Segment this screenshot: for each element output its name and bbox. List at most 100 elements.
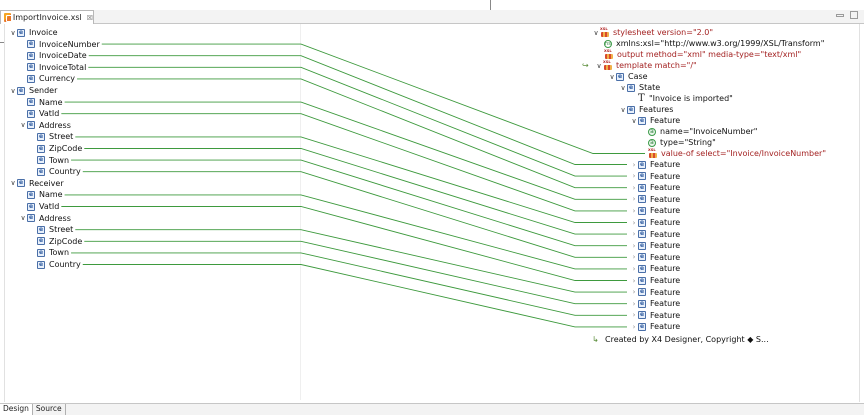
- mapping-line[interactable]: [64, 101, 627, 200]
- source-node[interactable]: e Street: [29, 224, 73, 235]
- xsl-icon: [600, 28, 610, 38]
- source-node[interactable]: e VatId: [19, 108, 59, 119]
- source-node[interactable]: e InvoiceDate: [19, 50, 87, 61]
- source-node[interactable]: ∨ e Sender: [9, 85, 57, 96]
- chevron-down-icon[interactable]: ∨: [608, 73, 616, 81]
- chevron-down-icon[interactable]: ∨: [630, 117, 638, 125]
- mapping-line[interactable]: [88, 66, 627, 177]
- feature-node[interactable]: › e Feature: [630, 263, 681, 274]
- source-node[interactable]: e Town: [29, 155, 69, 166]
- namespace-node[interactable]: ns xmlns:xsl="http://www.w3.org/1999/XSL…: [604, 38, 824, 49]
- chevron-right-icon[interactable]: ›: [630, 300, 638, 308]
- chevron-right-icon[interactable]: ›: [630, 184, 638, 192]
- close-icon[interactable]: ☒: [87, 14, 93, 22]
- mapping-line[interactable]: [71, 159, 627, 247]
- mapping-line[interactable]: [77, 78, 627, 189]
- feature-node[interactable]: › e Feature: [630, 275, 681, 286]
- features-node[interactable]: ∨ e Features: [619, 104, 673, 115]
- case-node[interactable]: ∨ e Case: [608, 71, 647, 82]
- chevron-right-icon[interactable]: ›: [630, 277, 638, 285]
- source-node[interactable]: ∨ e Receiver: [9, 178, 63, 189]
- minimize-button[interactable]: [836, 14, 844, 17]
- source-node[interactable]: e Name: [19, 97, 63, 108]
- chevron-right-icon[interactable]: ›: [630, 265, 638, 273]
- source-node[interactable]: e ZipCode: [29, 236, 82, 247]
- editor-tab[interactable]: ImportInvoice.xsl ☒: [0, 10, 94, 24]
- value-of-node[interactable]: value-of select="Invoice/InvoiceNumber": [648, 148, 826, 159]
- state-text-node[interactable]: T "Invoice is imported": [638, 93, 733, 104]
- chevron-right-icon[interactable]: ›: [630, 242, 638, 250]
- feature-node[interactable]: › e Feature: [630, 182, 681, 193]
- chevron-down-icon[interactable]: ∨: [592, 29, 600, 37]
- feature-node-expanded[interactable]: ∨ e Feature: [630, 115, 680, 126]
- feature-node[interactable]: › e Feature: [630, 240, 681, 251]
- source-node[interactable]: e Street: [29, 131, 73, 142]
- chevron-down-icon[interactable]: ∨: [619, 106, 627, 114]
- maximize-button[interactable]: [850, 11, 858, 19]
- mapping-line[interactable]: [71, 252, 627, 316]
- source-node[interactable]: e Town: [29, 247, 69, 258]
- source-node[interactable]: e InvoiceNumber: [19, 39, 100, 50]
- mapping-line[interactable]: [84, 240, 627, 305]
- chevron-right-icon[interactable]: ›: [630, 311, 638, 319]
- feature-node[interactable]: › e Feature: [630, 205, 681, 216]
- feature-node[interactable]: › e Feature: [630, 287, 681, 298]
- chevron-down-icon[interactable]: ∨: [9, 87, 17, 95]
- output-node[interactable]: output method="xml" media-type="text/xml…: [604, 49, 801, 60]
- mapping-line[interactable]: [82, 171, 627, 258]
- chevron-right-icon[interactable]: ›: [630, 172, 638, 180]
- chevron-right-icon[interactable]: ›: [630, 323, 638, 331]
- mapping-line[interactable]: [61, 113, 627, 212]
- source-node[interactable]: ∨ e Invoice: [9, 27, 57, 38]
- source-node[interactable]: ∨ e Address: [19, 120, 70, 131]
- feature-node[interactable]: › e Feature: [630, 321, 681, 332]
- mapping-line[interactable]: [84, 148, 627, 235]
- chevron-right-icon[interactable]: ›: [630, 253, 638, 261]
- source-node[interactable]: ∨ e Address: [19, 213, 70, 224]
- source-node[interactable]: e Country: [29, 259, 81, 270]
- source-node-label: Town: [49, 155, 70, 165]
- element-icon: e: [638, 322, 646, 331]
- tab-design[interactable]: Design: [0, 404, 33, 415]
- feature-node[interactable]: › e Feature: [630, 252, 681, 263]
- chevron-right-icon[interactable]: ›: [630, 207, 638, 215]
- mapping-line[interactable]: [64, 194, 627, 270]
- chevron-down-icon[interactable]: ∨: [619, 84, 627, 92]
- chevron-down-icon[interactable]: ∨: [595, 62, 603, 70]
- chevron-right-icon[interactable]: ›: [630, 219, 638, 227]
- feature-node[interactable]: › e Feature: [630, 310, 681, 321]
- source-node[interactable]: e ZipCode: [29, 143, 82, 154]
- chevron-right-icon[interactable]: ›: [630, 288, 638, 296]
- chevron-right-icon[interactable]: ›: [630, 195, 638, 203]
- tab-source[interactable]: Source: [32, 404, 66, 415]
- mapping-line[interactable]: [101, 43, 645, 154]
- feature-node[interactable]: › e Feature: [630, 229, 681, 240]
- mapping-line[interactable]: [88, 55, 627, 165]
- feature-node[interactable]: › e Feature: [630, 171, 681, 182]
- attr-name-node[interactable]: a name="InvoiceNumber": [648, 126, 758, 137]
- source-node[interactable]: e Name: [19, 189, 63, 200]
- mapping-line[interactable]: [75, 229, 627, 293]
- chevron-down-icon[interactable]: ∨: [9, 179, 17, 187]
- feature-node[interactable]: › e Feature: [630, 217, 681, 228]
- mapping-line[interactable]: [75, 136, 627, 223]
- stylesheet-node[interactable]: ∨ stylesheet version="2.0": [592, 27, 713, 38]
- attr-type-node[interactable]: a type="String": [648, 137, 716, 148]
- feature-node[interactable]: › e Feature: [630, 159, 681, 170]
- template-node[interactable]: ↪ ∨ template match="/": [582, 60, 697, 71]
- comment-node[interactable]: ↳ Created by X4 Designer, Copyright ◆ S.…: [592, 334, 769, 345]
- source-node[interactable]: e Currency: [19, 73, 75, 84]
- chevron-down-icon[interactable]: ∨: [19, 121, 27, 129]
- feature-node[interactable]: › e Feature: [630, 298, 681, 309]
- chevron-right-icon[interactable]: ›: [630, 230, 638, 238]
- state-node[interactable]: ∨ e State: [619, 82, 660, 93]
- chevron-right-icon[interactable]: ›: [630, 161, 638, 169]
- source-node[interactable]: e InvoiceTotal: [19, 62, 86, 73]
- feature-node[interactable]: › e Feature: [630, 194, 681, 205]
- mapping-line[interactable]: [82, 264, 627, 328]
- source-node[interactable]: e VatId: [19, 201, 59, 212]
- chevron-down-icon[interactable]: ∨: [9, 29, 17, 37]
- mapping-line[interactable]: [61, 206, 627, 281]
- source-node[interactable]: e Country: [29, 166, 81, 177]
- chevron-down-icon[interactable]: ∨: [19, 214, 27, 222]
